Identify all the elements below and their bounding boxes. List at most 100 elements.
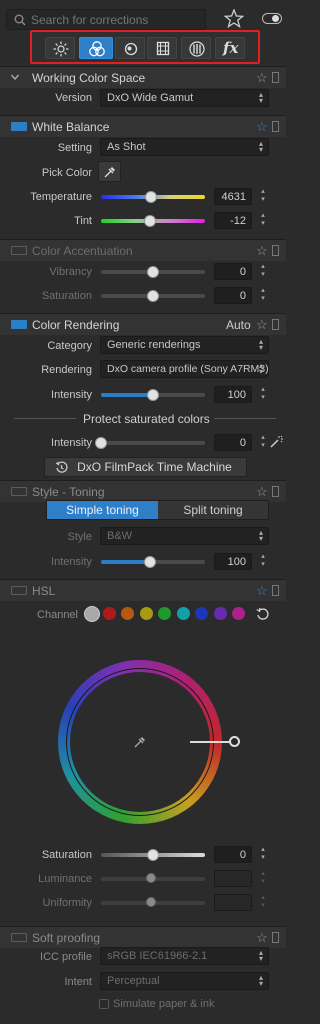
version-select[interactable]: DxO Wide Gamut ▴ ▾ [100, 89, 269, 107]
star-icon[interactable]: ☆ [256, 243, 268, 259]
hue-handle[interactable] [229, 736, 240, 747]
channel-swatch-yellow[interactable] [139, 607, 153, 620]
saturation-stepper[interactable]: ▴ ▾ [259, 287, 267, 303]
color-rendering-toggle[interactable] [11, 320, 27, 329]
pick-color-label: Pick Color [41, 167, 92, 179]
icc-profile-select[interactable]: sRGB IEC61966-2.1 ▴ ▾ [100, 947, 269, 965]
preset-icon[interactable] [272, 486, 279, 497]
toning-intensity-value[interactable]: 100 [214, 553, 252, 570]
channel-swatch-red[interactable] [102, 607, 116, 620]
color-accentuation-header[interactable]: Color Accentuation ☆ [0, 239, 286, 261]
hsl-header[interactable]: HSL ☆ [0, 579, 286, 601]
working-color-space-header[interactable]: Working Color Space ☆ [0, 66, 286, 88]
section-title: Style - Toning [32, 485, 105, 499]
category-select[interactable]: Generic renderings ▴ ▾ [100, 336, 269, 354]
star-icon[interactable]: ☆ [256, 930, 268, 946]
protect-intensity-row: Intensity 0 ▴ ▾ [0, 432, 286, 454]
tab-light[interactable] [45, 37, 75, 59]
saturation-label: Saturation [41, 290, 92, 302]
intent-select[interactable]: Perceptual ▴ ▾ [100, 972, 269, 990]
simulate-label: Simulate paper & ink [113, 998, 215, 1010]
color-accentuation-toggle[interactable] [11, 246, 27, 255]
channel-swatch-all[interactable] [84, 606, 100, 622]
search-field[interactable] [6, 9, 206, 30]
preset-icon[interactable] [272, 319, 279, 330]
tab-details[interactable] [115, 37, 145, 59]
section-title: Soft proofing [32, 931, 101, 945]
toggle-switch[interactable] [262, 13, 282, 24]
hsl-saturation-stepper[interactable]: ▴ ▾ [259, 846, 267, 862]
vibrancy-stepper[interactable]: ▴ ▾ [259, 263, 267, 279]
slider-knob[interactable] [95, 437, 107, 449]
slider-knob[interactable] [144, 191, 157, 203]
color-rendering-header[interactable]: Color Rendering Auto ☆ [0, 313, 286, 335]
slider-knob[interactable] [143, 215, 156, 227]
setting-select[interactable]: As Shot ▴ ▾ [100, 138, 269, 156]
slider-knob[interactable] [143, 556, 156, 568]
rendering-select[interactable]: DxO camera profile (Sony A7RM3) ▴ ▾ [100, 360, 269, 378]
favorites-star-icon[interactable] [224, 9, 244, 28]
slider-knob[interactable] [147, 849, 159, 861]
tint-stepper[interactable]: ▴ ▾ [259, 212, 267, 228]
simple-toning-tab[interactable]: Simple toning [47, 501, 158, 519]
star-icon[interactable]: ☆ [256, 317, 268, 333]
channel-swatch-magenta[interactable] [232, 607, 245, 620]
search-icon [14, 14, 26, 26]
search-input[interactable] [31, 12, 201, 27]
style-toning-toggle[interactable] [11, 487, 27, 496]
saturation-value[interactable]: 0 [214, 287, 252, 304]
simulate-checkbox[interactable] [99, 999, 109, 1009]
magic-wand-icon[interactable] [269, 435, 283, 449]
chevron-down-icon[interactable] [10, 72, 20, 82]
white-balance-header[interactable]: White Balance ☆ [0, 115, 286, 137]
star-icon[interactable]: ☆ [256, 583, 268, 599]
intensity-value[interactable]: 100 [214, 386, 252, 403]
toning-intensity-stepper[interactable]: ▴ ▾ [259, 553, 267, 569]
channel-swatch-blue[interactable] [195, 607, 208, 620]
protect-saturated-row: Protect saturated colors [0, 410, 286, 428]
channel-swatch-green[interactable] [158, 607, 171, 620]
star-icon[interactable]: ☆ [256, 119, 268, 135]
tint-value[interactable]: -12 [214, 212, 252, 229]
split-toning-tab[interactable]: Split toning [158, 501, 268, 519]
vibrancy-value[interactable]: 0 [214, 263, 252, 280]
preset-icon[interactable] [272, 72, 279, 83]
temperature-value[interactable]: 4631 [214, 188, 252, 205]
filmpack-time-machine-button[interactable]: DxO FilmPack Time Machine [44, 457, 247, 477]
slider-knob[interactable] [147, 389, 159, 401]
tab-geometry[interactable] [147, 37, 177, 59]
star-icon[interactable]: ☆ [256, 484, 268, 500]
soft-proofing-toggle[interactable] [11, 933, 27, 942]
tab-color[interactable] [79, 37, 113, 59]
intensity-stepper[interactable]: ▴ ▾ [259, 386, 267, 402]
tab-local-adjust[interactable] [181, 37, 211, 59]
style-toning-header[interactable]: Style - Toning ☆ [0, 480, 286, 502]
protect-intensity-stepper[interactable]: ▴ ▾ [259, 434, 267, 450]
reset-icon[interactable] [256, 607, 270, 621]
style-select[interactable]: B&W ▴ ▾ [100, 527, 269, 545]
pick-color-button[interactable] [98, 161, 121, 182]
preset-icon[interactable] [272, 121, 279, 132]
preset-icon[interactable] [272, 932, 279, 943]
channel-swatch-purple[interactable] [213, 607, 227, 620]
eyedropper-icon[interactable] [133, 735, 147, 749]
soft-proofing-header[interactable]: Soft proofing ☆ [0, 926, 286, 948]
uniformity-row: Uniformity ▴ ▾ [0, 892, 286, 914]
hsl-toggle[interactable] [11, 586, 27, 595]
channel-swatch-cyan[interactable] [176, 607, 190, 620]
auto-label[interactable]: Auto [226, 318, 251, 332]
temperature-stepper[interactable]: ▴ ▾ [259, 188, 267, 204]
preset-icon[interactable] [272, 585, 279, 596]
protect-intensity-slider[interactable] [101, 441, 205, 445]
protect-intensity-value[interactable]: 0 [214, 434, 252, 451]
protect-saturated-label: Protect saturated colors [83, 412, 210, 426]
tab-effects[interactable]: fx [215, 37, 245, 59]
white-balance-toggle[interactable] [11, 122, 27, 131]
hsl-saturation-value[interactable]: 0 [214, 846, 252, 863]
preset-icon[interactable] [272, 245, 279, 256]
star-icon[interactable]: ☆ [256, 70, 268, 86]
slider-knob[interactable] [147, 290, 159, 302]
setting-label: Setting [57, 142, 92, 154]
slider-knob[interactable] [147, 266, 159, 278]
channel-swatch-orange[interactable] [121, 607, 134, 620]
